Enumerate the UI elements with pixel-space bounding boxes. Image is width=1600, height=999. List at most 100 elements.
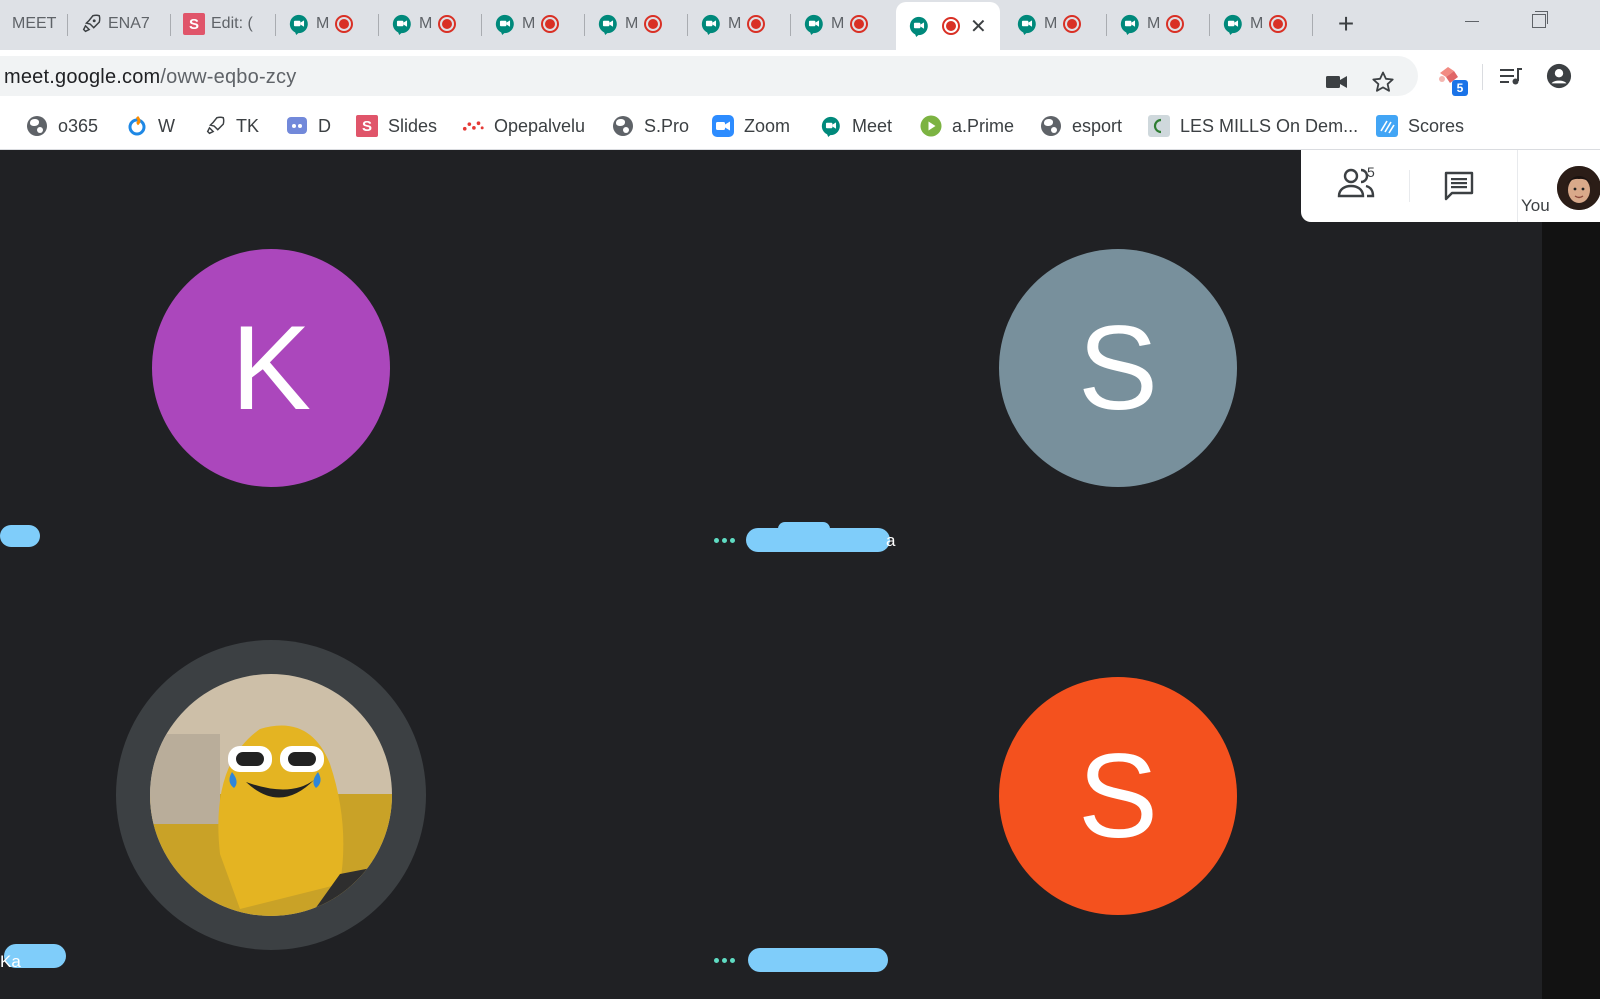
recording-icon: [942, 17, 960, 35]
bookmark-label: LES MILLS On Dem...: [1180, 115, 1359, 136]
bookmark-opepalvelu[interactable]: Opepalvelu: [462, 112, 585, 140]
scores-icon: [1376, 115, 1398, 137]
meet-icon: [820, 115, 842, 137]
restore-button[interactable]: [1532, 11, 1548, 28]
bookmark-meet[interactable]: Meet: [820, 112, 892, 140]
rocket-icon: [82, 14, 101, 33]
recording-icon: [644, 15, 663, 33]
bookmark-esport[interactable]: esport: [1040, 112, 1122, 140]
bookmark-spro[interactable]: S.Pro: [612, 112, 689, 140]
bookmark-label: Opepalvelu: [494, 115, 586, 136]
star-icon[interactable]: [1370, 69, 1396, 95]
tab-meet-text[interactable]: MEET: [0, 4, 66, 44]
recording-icon: [541, 15, 560, 33]
tab-title: M: [419, 15, 433, 32]
slides-icon: S: [183, 13, 205, 35]
bookmark-label: Slides: [388, 115, 438, 136]
redacted-name: [0, 525, 40, 547]
bookmark-zoom[interactable]: Zoom: [712, 112, 790, 140]
self-label: You: [1521, 196, 1550, 215]
media-control-icon[interactable]: [1498, 63, 1524, 89]
participant-avatar-photo[interactable]: [150, 674, 392, 916]
bookmark-label: Zoom: [744, 115, 791, 136]
tab-slides-edit[interactable]: S Edit: (: [171, 4, 275, 44]
bookmark-d[interactable]: D: [286, 112, 331, 140]
bookmark-o365[interactable]: o365: [26, 112, 98, 140]
bookmark-lesmills[interactable]: LES MILLS On Dem...: [1148, 112, 1358, 140]
bookmark-label: a.Prime: [952, 115, 1015, 136]
minimize-button[interactable]: [1462, 12, 1484, 32]
meet-icon: [598, 14, 617, 35]
meet-icon: [392, 14, 411, 35]
bookmark-scores[interactable]: Scores: [1376, 112, 1464, 140]
tab-title: M: [728, 15, 742, 32]
recording-icon: [747, 15, 766, 33]
bookmark-aprime[interactable]: a.Prime: [920, 112, 1014, 140]
bookmark-label: W: [158, 115, 175, 136]
meet-top-panel: 5 You: [1301, 150, 1600, 222]
tab-meet-active[interactable]: ✕: [896, 2, 1000, 50]
opepalvelu-icon: [462, 115, 484, 137]
tab-meet[interactable]: M: [791, 4, 893, 44]
people-count: 5: [1367, 164, 1375, 180]
new-tab-button[interactable]: +: [1330, 8, 1362, 40]
tab-title: M: [625, 15, 639, 32]
tab-meet[interactable]: M: [276, 4, 378, 44]
bookmark-label: D: [318, 115, 331, 136]
tab-meet[interactable]: M: [585, 4, 687, 44]
tab-meet[interactable]: M: [379, 4, 481, 44]
avatar-initial: S: [1077, 729, 1159, 863]
bookmark-label: Meet: [852, 115, 893, 136]
camera-icon[interactable]: [1324, 69, 1350, 95]
extension-badge: 5: [1452, 80, 1468, 96]
meet-grid: K S a Ka S: [0, 150, 1542, 999]
tab-title: M: [831, 15, 845, 32]
avatar-initial: K: [230, 301, 312, 435]
tab-title: M: [316, 15, 330, 32]
side-strip: [1542, 150, 1600, 999]
people-button[interactable]: [1337, 164, 1383, 206]
zoom-icon: [712, 115, 734, 137]
recording-icon: [1269, 15, 1288, 33]
tab-title: M: [1147, 15, 1161, 32]
participant-avatar-s-orange[interactable]: S: [999, 677, 1237, 915]
profile-photo-icon: [150, 674, 392, 916]
w-icon: [126, 115, 148, 137]
bookmark-label: Scores: [1408, 115, 1465, 136]
meet-icon: [495, 14, 514, 35]
self-video-thumbnail[interactable]: [1557, 166, 1600, 210]
audio-indicator-icon: [714, 958, 735, 963]
participant-avatar-s-grey[interactable]: S: [999, 249, 1237, 487]
tab-separator: [1312, 14, 1313, 36]
url-path: /oww-eqbo-zcy: [160, 66, 297, 88]
tab-ena7[interactable]: ENA7: [68, 4, 170, 44]
tab-title: M: [522, 15, 536, 32]
tab-meet[interactable]: M: [688, 4, 790, 44]
bookmark-tk[interactable]: TK: [204, 112, 259, 140]
panel-divider: [1517, 150, 1518, 222]
tab-strip: MEET ENA7 S Edit: ( M M M M M M ✕ M M M …: [0, 0, 1600, 50]
avatar-initial: S: [1077, 301, 1159, 435]
address-bar[interactable]: meet.google.com/oww-eqbo-zcy: [0, 56, 1418, 96]
tab-title: MEET: [12, 15, 57, 32]
audio-indicator-icon: [714, 538, 735, 543]
close-icon[interactable]: ✕: [970, 14, 987, 39]
recording-icon: [1063, 15, 1082, 33]
redacted-name: [778, 522, 830, 536]
chat-icon: [1444, 171, 1474, 201]
url-text[interactable]: meet.google.com/oww-eqbo-zcy: [4, 66, 296, 89]
slides-icon: S: [356, 115, 378, 137]
toolbar-divider: [1482, 64, 1483, 90]
tab-meet[interactable]: M: [482, 4, 584, 44]
participant-avatar-k[interactable]: K: [152, 249, 390, 487]
tab-meet[interactable]: M: [1210, 4, 1312, 44]
chat-button[interactable]: [1443, 170, 1475, 202]
bookmark-label: S.Pro: [644, 115, 690, 136]
tab-meet[interactable]: M: [1004, 4, 1106, 44]
globe-icon: [1040, 115, 1062, 137]
bookmark-w[interactable]: W: [126, 112, 175, 140]
bookmark-slides[interactable]: S Slides: [356, 112, 437, 140]
tab-meet[interactable]: M: [1107, 4, 1209, 44]
globe-icon: [612, 115, 634, 137]
profile-icon[interactable]: [1546, 63, 1572, 89]
